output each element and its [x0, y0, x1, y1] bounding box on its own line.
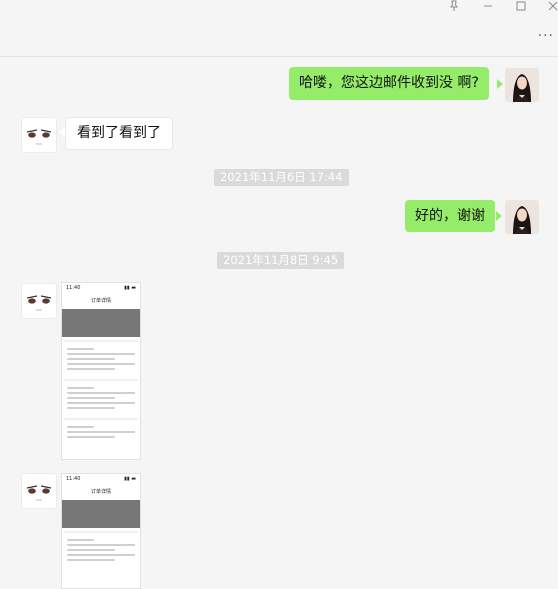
screenshot-status-time: 11:40 [66, 285, 81, 291]
screenshot-status-icons: ▮▮ ▬ [124, 285, 136, 291]
screenshot-header-block [62, 500, 140, 528]
avatar-self[interactable] [505, 200, 539, 234]
maximize-icon[interactable] [511, 0, 531, 12]
chat-history[interactable]: 哈喽，您这边邮件收到没 啊? 看到了看到了 2021年11月6日 17:44 好… [0, 57, 558, 589]
close-icon[interactable] [543, 0, 558, 12]
screenshot-header-block [62, 309, 140, 337]
message-bubble-mine[interactable]: 好的，谢谢 [405, 200, 495, 232]
screenshot-title: 订单详情 [90, 489, 111, 495]
pin-icon[interactable] [444, 0, 464, 12]
message-bubble-mine[interactable]: 哈喽，您这边邮件收到没 啊? [289, 67, 489, 100]
avatar-contact[interactable] [21, 283, 57, 319]
more-options-button[interactable]: ··· [538, 28, 554, 44]
minimize-icon[interactable] [478, 0, 498, 12]
timestamp-divider: 2021年11月6日 17:44 [214, 169, 349, 186]
screenshot-status-time: 11:40 [66, 476, 81, 482]
image-message[interactable]: 11:40 ▮▮ ▬ 订单详情 [61, 473, 141, 589]
image-message[interactable]: 11:40 ▮▮ ▬ 订单详情 [61, 282, 141, 460]
screenshot-title: 订单详情 [90, 298, 111, 304]
message-bubble-theirs[interactable]: 看到了看到了 [65, 117, 173, 150]
timestamp-divider: 2021年11月8日 9:45 [217, 252, 345, 269]
window-titlebar: ··· [0, 0, 558, 57]
screenshot-status-icons: ▮▮ ▬ [124, 476, 136, 482]
avatar-contact[interactable] [21, 117, 57, 153]
avatar-contact[interactable] [21, 473, 57, 509]
avatar-self[interactable] [505, 68, 539, 102]
